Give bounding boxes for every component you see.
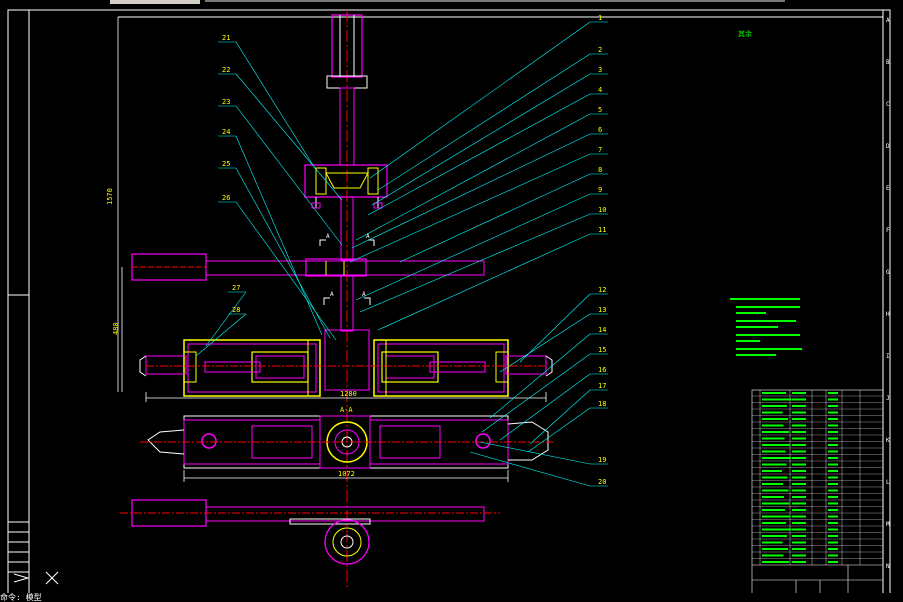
- border-letters-right: A B C D E F G H I J K L M N: [886, 17, 890, 570]
- border-letter: E: [886, 185, 890, 192]
- section-mark-letter: A: [366, 233, 370, 240]
- balloon-label-left: 24: [222, 128, 230, 136]
- balloon-label-left: 21: [222, 34, 230, 42]
- balloon-label-left: 26: [222, 194, 230, 202]
- view-title-label: A-A: [340, 406, 353, 414]
- balloon-label-right: 12: [598, 286, 606, 294]
- parts-list-rows: [752, 390, 883, 565]
- balloon-label-right: 2: [598, 46, 602, 54]
- border-letter: B: [886, 59, 890, 66]
- border-letter: K: [886, 437, 890, 444]
- balloon-label-left: 25: [222, 160, 230, 168]
- balloon-label-right: 14: [598, 326, 606, 334]
- section-mark-letter: A: [326, 233, 330, 240]
- balloon-label-right: 4: [598, 86, 602, 94]
- border-letter: G: [886, 269, 890, 276]
- balloon-label-right: 5: [598, 106, 602, 114]
- balloon-label-right: 6: [598, 126, 602, 134]
- border-letter: N: [886, 563, 890, 570]
- border-letter: A: [886, 17, 890, 24]
- balloon-label-right: 16: [598, 366, 606, 374]
- border-letter: J: [886, 395, 890, 402]
- dimension-overall-height: 1570: [106, 188, 114, 205]
- dimension-upper-width: 1280: [340, 390, 357, 398]
- bottom-view[interactable]: [120, 499, 500, 565]
- dimension-lines: [117, 17, 547, 482]
- balloon-label-right: 17: [598, 382, 606, 390]
- balloon-label-right: 7: [598, 146, 602, 154]
- border-letter: F: [886, 227, 890, 234]
- parts-list-table: [751, 389, 884, 596]
- section-mark-letter: A: [330, 291, 334, 298]
- leader-lines-right: 1234567891011121314151617181920: [349, 14, 608, 487]
- balloon-label-right: 10: [598, 206, 606, 214]
- ucs-icon: [13, 571, 59, 585]
- balloon-label-right: 8: [598, 166, 602, 174]
- balloon-label-left: 22: [222, 66, 230, 74]
- dimension-lower-width: 1072: [338, 470, 355, 478]
- border-letter: I: [886, 353, 890, 360]
- dimension-lower-height: 480: [112, 322, 120, 335]
- horizontal-arm[interactable]: [131, 253, 485, 332]
- cad-drawing-canvas[interactable]: A B C D E F G H I J K L M N 1570 480 1280 1072 A-A 12…: [0, 0, 903, 602]
- balloon-label-right: 19: [598, 456, 606, 464]
- balloon-label-left: 23: [222, 98, 230, 106]
- border-letter: M: [886, 521, 890, 528]
- balloon-label-right: 1: [598, 14, 602, 22]
- border-letter: C: [886, 101, 890, 108]
- balloon-label-right: 13: [598, 306, 606, 314]
- technical-notes-block: [730, 298, 802, 356]
- border-letter: H: [886, 311, 890, 318]
- border-letter: D: [886, 143, 890, 150]
- balloon-label-right: 11: [598, 226, 606, 234]
- leader-lines-left: 21 22 23 24 25 26 27 28: [195, 34, 343, 357]
- surface-finish-note: 其余: [738, 29, 752, 38]
- border-letter: L: [886, 479, 890, 486]
- balloon-label-right: 9: [598, 186, 602, 194]
- balloon-label-right: 18: [598, 400, 606, 408]
- balloon-label-right: 15: [598, 346, 606, 354]
- balloon-label-right: 20: [598, 478, 606, 486]
- balloon-label-left: 28: [232, 306, 240, 314]
- command-line[interactable]: 命令: 模型: [0, 593, 903, 602]
- balloon-label-right: 3: [598, 66, 602, 74]
- lower-gripper-assembly[interactable]: [139, 329, 553, 397]
- section-mark-letter: A: [362, 291, 366, 298]
- balloon-label-left: 27: [232, 284, 240, 292]
